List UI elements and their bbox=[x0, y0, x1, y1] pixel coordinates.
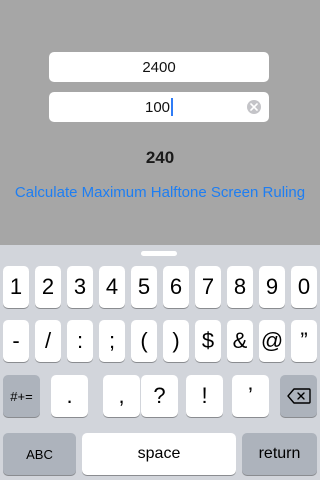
calculate-button[interactable]: Calculate Maximum Halftone Screen Ruling bbox=[0, 184, 320, 201]
key-colon[interactable]: : bbox=[67, 320, 93, 362]
key-quote[interactable]: ” bbox=[291, 320, 317, 362]
key-5[interactable]: 5 bbox=[131, 266, 157, 308]
key-comma[interactable]: , bbox=[103, 375, 140, 417]
key-semicolon[interactable]: ; bbox=[99, 320, 125, 362]
text-caret bbox=[171, 98, 174, 116]
key-slash[interactable]: / bbox=[35, 320, 61, 362]
result-value: 240 bbox=[145, 148, 175, 167]
key-at[interactable]: @ bbox=[259, 320, 285, 362]
key-return[interactable]: return bbox=[242, 433, 317, 475]
key-6[interactable]: 6 bbox=[163, 266, 189, 308]
key-open-paren[interactable]: ( bbox=[131, 320, 157, 362]
key-hyphen[interactable]: - bbox=[3, 320, 29, 362]
key-more-symbols[interactable]: #+= bbox=[3, 375, 40, 417]
levels-input[interactable]: 100 bbox=[49, 92, 269, 122]
resolution-value: 2400 bbox=[142, 58, 176, 76]
key-3[interactable]: 3 bbox=[67, 266, 93, 308]
backspace-icon bbox=[286, 388, 311, 404]
levels-value: 100 bbox=[144, 98, 171, 116]
screen: 2400 100 240 Calculate Maximum Halftone … bbox=[0, 0, 320, 480]
key-2[interactable]: 2 bbox=[35, 266, 61, 308]
key-0[interactable]: 0 bbox=[291, 266, 317, 308]
clear-icon[interactable] bbox=[247, 100, 261, 114]
key-ampersand[interactable]: & bbox=[227, 320, 253, 362]
key-exclamation[interactable]: ! bbox=[186, 375, 223, 417]
key-apostrophe[interactable]: ’ bbox=[232, 375, 269, 417]
keyboard-handle bbox=[141, 251, 177, 256]
key-space[interactable]: space bbox=[82, 433, 236, 475]
key-abc[interactable]: ABC bbox=[3, 433, 76, 475]
key-question[interactable]: ? bbox=[141, 375, 178, 417]
key-7[interactable]: 7 bbox=[195, 266, 221, 308]
key-period[interactable]: . bbox=[51, 375, 88, 417]
key-close-paren[interactable]: ) bbox=[163, 320, 189, 362]
key-8[interactable]: 8 bbox=[227, 266, 253, 308]
delete-button[interactable] bbox=[280, 375, 317, 417]
keyboard: 1 2 3 4 5 6 7 8 9 0 - / : ; ( ) $ & @ ” … bbox=[0, 245, 320, 480]
key-4[interactable]: 4 bbox=[99, 266, 125, 308]
key-1[interactable]: 1 bbox=[3, 266, 29, 308]
key-9[interactable]: 9 bbox=[259, 266, 285, 308]
resolution-input[interactable]: 2400 bbox=[49, 52, 269, 82]
key-dollar[interactable]: $ bbox=[195, 320, 221, 362]
